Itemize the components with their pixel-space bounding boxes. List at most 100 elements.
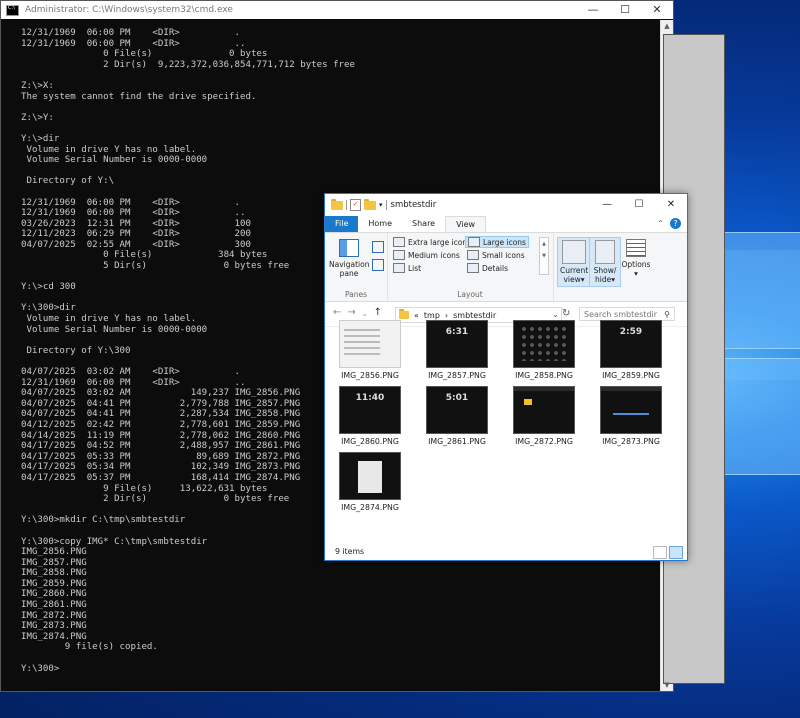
layout-item-label: Medium icons <box>408 250 460 260</box>
layout-item-label: Extra large icons <box>408 237 472 247</box>
maximize-button[interactable]: ☐ <box>609 1 641 19</box>
minimize-button[interactable]: — <box>591 194 623 216</box>
tab-share[interactable]: Share <box>402 216 445 232</box>
large-icons-view-icon[interactable] <box>669 546 683 559</box>
folder-icon <box>331 198 343 210</box>
large-icons-icon <box>468 237 480 247</box>
file-name: IMG_2860.PNG <box>341 437 399 446</box>
options-button[interactable]: Options ▾ <box>619 239 653 278</box>
new-folder-icon[interactable] <box>364 198 376 210</box>
layout-medium-icons[interactable]: Medium icons <box>393 250 460 260</box>
details-icon <box>467 263 479 273</box>
recent-dropdown-icon[interactable]: ⌄ <box>362 307 368 321</box>
refresh-icon[interactable]: ↻ <box>562 307 570 321</box>
scroll-down-icon[interactable]: ▼ <box>661 679 673 691</box>
image-thumbnail <box>513 320 575 368</box>
divider <box>346 200 347 210</box>
quick-access-toolbar: ✓ ▾ <box>325 198 387 211</box>
file-item[interactable]: 2:59 IMG_2859.PNG <box>594 320 668 380</box>
back-arrow-icon[interactable]: ← <box>333 307 341 321</box>
layout-list[interactable]: List <box>393 263 421 273</box>
file-item[interactable]: 6:31 IMG_2857.PNG <box>420 320 494 380</box>
layout-item-label: Details <box>482 263 509 273</box>
layout-group: Extra large icons Large icons Medium ico… <box>387 233 554 301</box>
close-button[interactable]: ✕ <box>641 1 673 19</box>
medium-icons-icon <box>393 250 405 260</box>
search-placeholder: Search smbtestdir <box>584 310 658 319</box>
thumbnail-clock-text: 2:59 <box>619 327 643 337</box>
layout-large-icons[interactable]: Large icons <box>465 236 529 248</box>
search-input[interactable]: Search smbtestdir ⚲ <box>579 307 675 321</box>
show-hide-icon <box>595 240 615 264</box>
show-hide-button[interactable]: Show/ hide▾ <box>589 237 621 287</box>
breadcrumb-tmp[interactable]: tmp <box>424 311 440 320</box>
file-item[interactable]: IMG_2872.PNG <box>507 386 581 446</box>
layout-extra-large-icons[interactable]: Extra large icons <box>393 237 471 247</box>
details-pane-icon[interactable] <box>372 259 384 271</box>
layout-item-label: Small icons <box>482 250 525 260</box>
preview-pane-icon[interactable] <box>372 241 384 253</box>
layout-small-icons[interactable]: Small icons <box>467 250 525 260</box>
divider <box>385 200 387 210</box>
file-name: IMG_2857.PNG <box>428 371 486 380</box>
tab-view[interactable]: View <box>445 216 487 232</box>
layout-item-label: Large icons <box>483 237 526 247</box>
up-arrow-icon[interactable]: ↑ <box>374 307 382 321</box>
file-item[interactable]: IMG_2856.PNG <box>333 320 407 380</box>
minimize-button[interactable]: — <box>577 1 609 19</box>
item-count: 9 items <box>335 547 365 556</box>
file-item[interactable]: 5:01 IMG_2861.PNG <box>420 386 494 446</box>
cmd-app-icon <box>6 4 19 16</box>
file-name: IMG_2873.PNG <box>602 437 660 446</box>
breadcrumb-overflow[interactable]: « <box>414 311 419 320</box>
collapse-ribbon-icon[interactable]: ⌃ <box>657 219 664 228</box>
file-item[interactable]: 11:40 IMG_2860.PNG <box>333 386 407 446</box>
explorer-window[interactable]: ✓ ▾ smbtestdir — ☐ ✕ File Home Share Vie… <box>324 193 688 561</box>
file-item[interactable]: IMG_2873.PNG <box>594 386 668 446</box>
file-name: IMG_2858.PNG <box>515 371 573 380</box>
tab-file[interactable]: File <box>325 216 359 232</box>
file-grid[interactable]: IMG_2856.PNG 6:31 IMG_2857.PNG IMG_2858.PNG… <box>325 320 687 536</box>
current-view-button[interactable]: Current view▾ <box>557 237 591 287</box>
current-view-icon <box>562 240 586 264</box>
options-icon <box>626 239 646 257</box>
navigation-pane-button[interactable]: Navigation pane <box>329 239 369 278</box>
ribbon-tabs: File Home Share View ⌃ ? <box>325 216 687 232</box>
extra-large-icons-icon <box>393 237 405 247</box>
thumbnail-clock-text: 11:40 <box>355 393 385 403</box>
breadcrumb-separator-icon: › <box>444 310 449 320</box>
thumbnail-clock-text: 5:01 <box>445 393 469 403</box>
image-thumbnail <box>513 386 575 434</box>
file-name: IMG_2856.PNG <box>341 371 399 380</box>
maximize-button[interactable]: ☐ <box>623 194 655 216</box>
properties-icon[interactable]: ✓ <box>350 199 361 211</box>
scroll-up-icon[interactable]: ▲ <box>661 20 673 32</box>
forward-arrow-icon[interactable]: → <box>347 307 355 321</box>
close-button[interactable]: ✕ <box>655 194 687 216</box>
qat-dropdown-icon[interactable]: ▾ <box>379 201 383 209</box>
cmd-titlebar[interactable]: Administrator: C:\Windows\system32\cmd.e… <box>1 1 673 19</box>
thumbnail-clock-text: 6:31 <box>445 327 469 337</box>
details-view-icon[interactable] <box>653 546 667 559</box>
tab-home[interactable]: Home <box>358 216 402 232</box>
folder-icon <box>399 309 409 319</box>
image-thumbnail <box>600 386 662 434</box>
layout-gallery-scroll[interactable]: ▲ ▼ <box>539 237 549 275</box>
status-bar: 9 items <box>325 544 687 560</box>
layout-details[interactable]: Details <box>467 263 508 273</box>
file-item[interactable]: IMG_2858.PNG <box>507 320 581 380</box>
explorer-window-title: smbtestdir <box>390 200 437 210</box>
file-item[interactable]: IMG_2874.PNG <box>333 452 407 512</box>
layout-group-label: Layout <box>457 290 483 299</box>
navigation-pane-icon <box>339 239 359 257</box>
image-thumbnail <box>339 320 401 368</box>
explorer-titlebar[interactable]: ✓ ▾ smbtestdir — ☐ ✕ <box>325 194 687 216</box>
breadcrumb-smbtestdir[interactable]: smbtestdir <box>453 311 496 320</box>
panes-group: Navigation pane Panes <box>325 233 388 301</box>
help-icon[interactable]: ? <box>670 218 681 229</box>
file-name: IMG_2861.PNG <box>428 437 486 446</box>
layout-item-label: List <box>408 263 422 273</box>
cmd-window-title: Administrator: C:\Windows\system32\cmd.e… <box>25 5 233 15</box>
ribbon-view: Navigation pane Panes Extra large icons … <box>325 232 687 302</box>
navigation-pane-label: Navigation pane <box>329 260 370 278</box>
